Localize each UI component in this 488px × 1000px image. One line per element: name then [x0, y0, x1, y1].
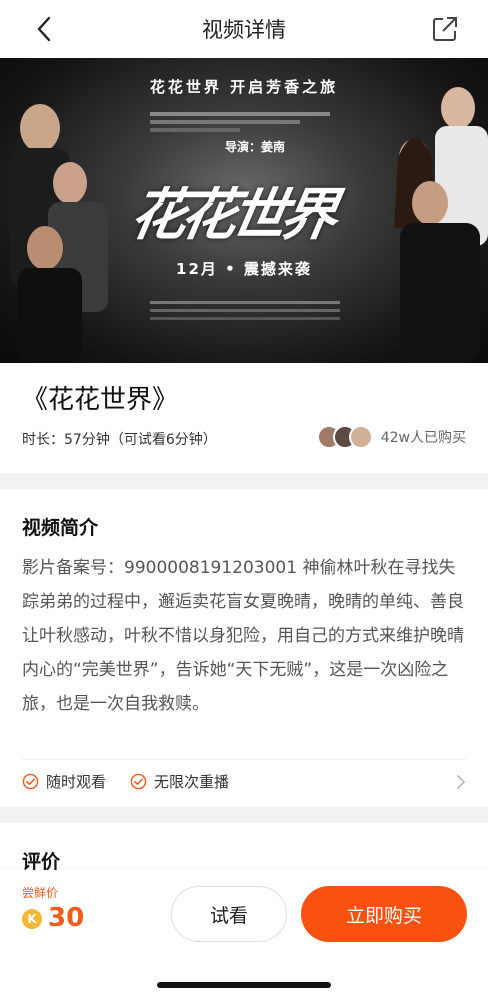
- intro-card: 视频简介 影片备案号：9900008191203001 神偷林叶秋在寻找失踪弟弟…: [0, 489, 488, 807]
- poster-cast-left: [10, 104, 108, 363]
- purchase-bar: 尝鲜价 K 30 试看 立即购买: [0, 870, 488, 1000]
- home-indicator[interactable]: [157, 982, 331, 988]
- poster-tagline: 花花世界 开启芳香之旅: [149, 78, 339, 96]
- buy-now-button[interactable]: 立即购买: [301, 886, 467, 942]
- nav-bar: 视频详情: [0, 0, 488, 58]
- trial-button[interactable]: 试看: [171, 886, 287, 942]
- intro-text: 影片备案号：9900008191203001 神偷林叶秋在寻找失踪弟弟的过程中，…: [22, 558, 464, 714]
- chevron-left-icon[interactable]: [30, 14, 60, 44]
- share-external-icon[interactable]: [430, 14, 460, 44]
- poster-director: 导演：姜南: [225, 140, 286, 154]
- poster-logo: 花花世界: [125, 182, 338, 248]
- buyers-summary: 42w人已购买: [316, 423, 466, 451]
- check-circle-icon: [130, 773, 147, 790]
- divider: [22, 759, 466, 760]
- buyers-count: 42w人已购买: [380, 430, 466, 446]
- feature-label: 无限次重播: [154, 773, 230, 791]
- film-info-card: 《花花世界》 时长：57分钟（可试看6分钟） 42w人已购买: [0, 363, 488, 473]
- feature-item: 随时观看: [22, 771, 106, 792]
- poster-release: 12月 • 震撼来袭: [176, 260, 312, 278]
- feature-label: 随时观看: [46, 773, 107, 791]
- film-duration: 时长：57分钟（可试看6分钟）: [22, 432, 217, 448]
- poster-cast-right: [394, 87, 488, 363]
- buyer-avatars: [316, 423, 373, 451]
- coin-icon: K: [22, 909, 42, 929]
- price-value: 30: [48, 903, 85, 933]
- poster-footer-credits: [150, 296, 350, 325]
- feature-item: 无限次重播: [130, 771, 229, 792]
- avatar: [348, 425, 373, 449]
- film-title: 《花花世界》: [22, 385, 179, 415]
- video-poster[interactable]: 花花世界 开启芳香之旅 导演：姜南 花花世界 12月 • 震撼来袭: [0, 58, 488, 363]
- price-label: 尝鲜价: [22, 886, 59, 900]
- feature-list: 随时观看 无限次重播: [22, 771, 253, 792]
- page-title: 视频详情: [202, 18, 286, 42]
- poster-credits: [150, 108, 350, 136]
- intro-heading: 视频简介: [22, 517, 99, 539]
- chevron-right-icon[interactable]: [454, 774, 468, 790]
- check-circle-icon: [22, 773, 39, 790]
